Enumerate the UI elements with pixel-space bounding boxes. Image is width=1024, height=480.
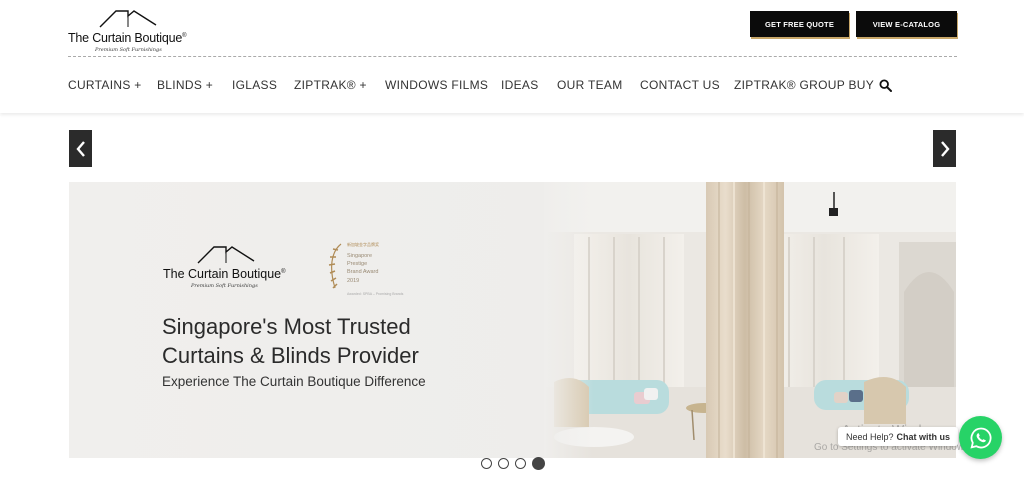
get-free-quote-button[interactable]: GET FREE QUOTE <box>750 11 849 37</box>
nav-item-curtains[interactable]: CURTAINS + <box>68 78 142 92</box>
slide-subline: Experience The Curtain Boutique Differen… <box>162 374 426 389</box>
headline-line2: Curtains & Blinds Provider <box>162 343 419 368</box>
site-logo[interactable]: The Curtain Boutique® Premium Soft Furni… <box>68 8 208 54</box>
award-chinese: 新加坡金字品牌奖 <box>347 242 379 247</box>
award-sub: Awarded: SPBA – Promising Brands <box>347 292 404 296</box>
nav-item-iglass[interactable]: IGLASS <box>232 78 277 92</box>
house-roof-icon <box>99 10 157 28</box>
nav-item-blinds[interactable]: BLINDS + <box>157 78 213 92</box>
award-badge: 新加坡金字品牌奖 Singapore Prestige Brand Award … <box>327 242 407 300</box>
slider-dot-1[interactable] <box>481 458 492 469</box>
site-header: The Curtain Boutique® Premium Soft Furni… <box>0 0 1024 113</box>
whatsapp-chat-button[interactable] <box>959 416 1002 459</box>
chevron-right-icon <box>940 140 950 157</box>
slider-prev-button[interactable] <box>69 130 92 167</box>
headline-line1: Singapore's Most Trusted <box>162 314 411 339</box>
header-divider <box>68 56 957 57</box>
whatsapp-icon <box>969 427 991 449</box>
slide-headline: Singapore's Most Trusted Curtains & Blin… <box>162 312 419 370</box>
search-icon[interactable] <box>879 79 892 92</box>
slider-dot-3[interactable] <box>515 458 526 469</box>
chat-text: Chat with us <box>896 431 951 442</box>
award-line1: Singapore <box>347 253 373 259</box>
slider-next-button[interactable] <box>933 130 956 167</box>
nav-item-our-team[interactable]: OUR TEAM <box>557 78 623 92</box>
slide-logo-tagline: Premium Soft Furnishings <box>191 283 258 289</box>
logo-brand: The Curtain Boutique® <box>68 31 187 45</box>
slider-dot-4[interactable] <box>532 457 545 470</box>
slide-logo: The Curtain Boutique® Premium Soft Furni… <box>163 244 303 290</box>
award-line2: Prestige <box>347 261 368 267</box>
nav-item-ideas[interactable]: IDEAS <box>501 78 539 92</box>
award-line3: Brand Award <box>347 269 379 275</box>
nav-item-windows-films[interactable]: WINDOWS FILMS <box>385 78 488 92</box>
chevron-left-icon <box>75 140 85 157</box>
house-roof-icon <box>197 246 255 264</box>
slider-dot-2[interactable] <box>498 458 509 469</box>
award-year: 2019 <box>347 278 360 284</box>
help-text: Need Help? <box>846 431 894 442</box>
laurel-icon <box>328 243 342 289</box>
slide-logo-brand: The Curtain Boutique® <box>163 267 286 281</box>
view-e-catalog-button[interactable]: VIEW E-CATALOG <box>856 11 957 37</box>
nav-item-ziptrak[interactable]: ZIPTRAK® + <box>294 78 367 92</box>
hero-slider: The Curtain Boutique® Premium Soft Furni… <box>69 182 956 458</box>
living-room-photo <box>544 182 956 458</box>
nav-item-contact-us[interactable]: CONTACT US <box>640 78 720 92</box>
logo-tagline: Premium Soft Furnishings <box>95 47 162 53</box>
chat-help-badge[interactable]: Need Help? Chat with us <box>838 427 959 446</box>
nav-item-ziptrak-group-buy[interactable]: ZIPTRAK® GROUP BUY <box>734 78 874 92</box>
